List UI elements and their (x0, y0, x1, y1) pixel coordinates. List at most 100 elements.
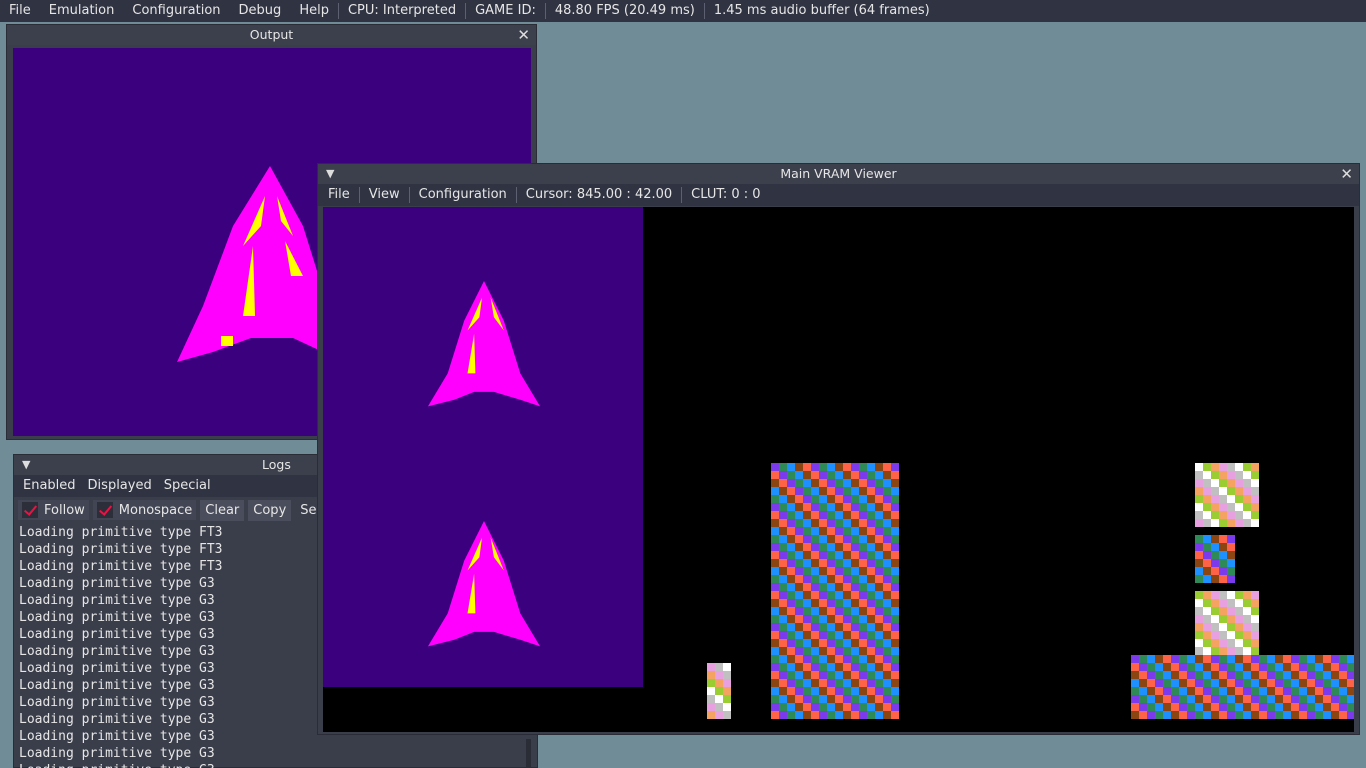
texture-tile (1291, 655, 1299, 663)
ship-sprite-top (427, 281, 541, 407)
vram-canvas[interactable] (323, 207, 1354, 732)
texture-tile (883, 583, 891, 591)
texture-tile (1243, 711, 1251, 719)
texture-tile (1187, 711, 1195, 719)
texture-tile (1195, 679, 1203, 687)
tab-displayed[interactable]: Displayed (81, 475, 159, 497)
texture-tile (875, 495, 883, 503)
texture-tile (1267, 687, 1275, 695)
texture-tile (1211, 599, 1219, 607)
texture-tile (843, 639, 851, 647)
texture-tile (1171, 655, 1179, 663)
texture-tile (1227, 679, 1235, 687)
log-scrollbar[interactable] (526, 739, 531, 767)
menu-file[interactable]: File (0, 0, 40, 22)
vram-menu-configuration[interactable]: Configuration (410, 184, 516, 206)
texture-tile (1235, 503, 1243, 511)
texture-tile (1155, 687, 1163, 695)
texture-tile (1235, 599, 1243, 607)
texture-tile (795, 511, 803, 519)
menu-help[interactable]: Help (290, 0, 338, 22)
texture-tile (843, 599, 851, 607)
texture-tile (843, 711, 851, 719)
texture-tile (1187, 695, 1195, 703)
texture-tile (1243, 615, 1251, 623)
texture-tile (1211, 631, 1219, 639)
copy-button[interactable]: Copy (248, 499, 292, 521)
game-id: GAME ID: (475, 3, 536, 18)
texture-tile (1187, 655, 1195, 663)
texture-tile (851, 479, 859, 487)
texture-tile (891, 615, 899, 623)
texture-tile (1227, 535, 1235, 543)
texture-tile (1235, 591, 1243, 599)
texture-tile (1211, 647, 1219, 655)
texture-tile (1163, 687, 1171, 695)
texture-tile (859, 527, 867, 535)
texture-tile (1219, 671, 1227, 679)
close-icon[interactable]: ✕ (517, 25, 530, 45)
texture-tile (811, 495, 819, 503)
output-titlebar[interactable]: Output ✕ (7, 25, 536, 45)
texture-tile (883, 527, 891, 535)
texture-tile (803, 615, 811, 623)
texture-tile (835, 663, 843, 671)
close-icon[interactable]: ✕ (1340, 164, 1353, 184)
texture-tile (1227, 559, 1235, 567)
texture-tile (1243, 479, 1251, 487)
vram-titlebar[interactable]: ▼ Main VRAM Viewer ✕ (318, 164, 1359, 184)
texture-tile (835, 471, 843, 479)
texture-tile (795, 607, 803, 615)
menu-configuration[interactable]: Configuration (123, 0, 229, 22)
texture-tile (835, 599, 843, 607)
texture-tile (1203, 647, 1211, 655)
texture-tile (1323, 663, 1331, 671)
menu-emulation[interactable]: Emulation (40, 0, 124, 22)
texture-tile (1259, 695, 1267, 703)
texture-tile (875, 575, 883, 583)
monospace-checkbox[interactable]: Monospace (92, 500, 197, 520)
texture-tile (843, 583, 851, 591)
texture-tile (883, 599, 891, 607)
texture-tile (1195, 567, 1203, 575)
vram-menu-view[interactable]: View (360, 184, 409, 206)
texture-tile (843, 511, 851, 519)
tab-enabled[interactable]: Enabled (18, 475, 81, 497)
texture-tile (835, 639, 843, 647)
texture-tile (1283, 663, 1291, 671)
texture-tile (883, 703, 891, 711)
texture-tile (787, 679, 795, 687)
collapse-triangle-icon[interactable]: ▼ (22, 455, 30, 475)
texture-tile (875, 591, 883, 599)
vram-menu-file[interactable]: File (319, 184, 359, 206)
texture-tile (1243, 703, 1251, 711)
texture-tile (1227, 551, 1235, 559)
tab-special[interactable]: Special (159, 475, 216, 497)
clear-button[interactable]: Clear (200, 499, 245, 521)
texture-tile (795, 671, 803, 679)
texture-tile (771, 711, 779, 719)
texture-tile (1251, 495, 1259, 503)
texture-tile (779, 615, 787, 623)
texture-tile (1259, 679, 1267, 687)
texture-tile (1219, 559, 1227, 567)
texture-tile (859, 623, 867, 631)
texture-tile (1139, 695, 1147, 703)
texture-tile (883, 463, 891, 471)
collapse-triangle-icon[interactable]: ▼ (326, 164, 334, 184)
texture-tile (1227, 703, 1235, 711)
texture-tile (787, 511, 795, 519)
texture-tile (1227, 607, 1235, 615)
texture-tile (867, 511, 875, 519)
follow-checkbox[interactable]: Follow (18, 500, 89, 520)
texture-tile (787, 583, 795, 591)
texture-tile (867, 567, 875, 575)
texture-tile (1195, 623, 1203, 631)
texture-tile (803, 647, 811, 655)
texture-tile (867, 551, 875, 559)
texture-tile (851, 503, 859, 511)
texture-tile (1243, 495, 1251, 503)
texture-tile (859, 575, 867, 583)
menu-debug[interactable]: Debug (230, 0, 291, 22)
texture-tile (1227, 599, 1235, 607)
